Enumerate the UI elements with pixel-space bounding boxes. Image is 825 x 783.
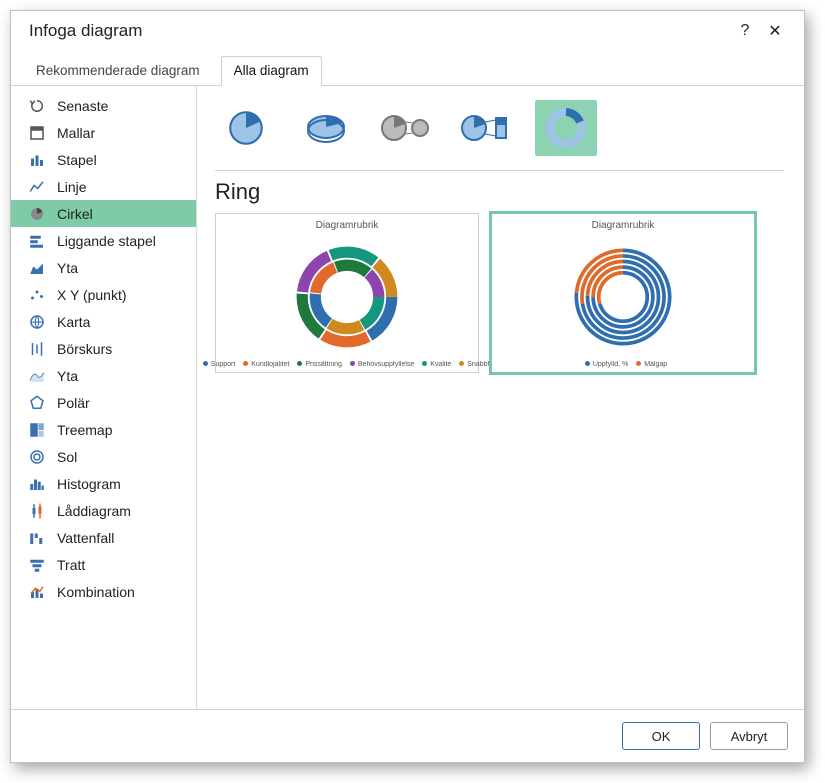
sidebar-item-histogram[interactable]: Histogram [11, 470, 196, 497]
sidebar-item-waterfall[interactable]: Vattenfall [11, 524, 196, 551]
sidebar-item-scatter[interactable]: X Y (punkt) [11, 281, 196, 308]
waterfall-chart-icon [27, 529, 47, 547]
recent-icon [27, 97, 47, 115]
sidebar-item-label: Vattenfall [57, 530, 114, 546]
tab-recommended[interactable]: Rekommenderade diagram [23, 56, 213, 86]
subtype-pie[interactable] [215, 100, 277, 156]
sidebar-item-label: Polär [57, 395, 90, 411]
chart-category-list: Senaste Mallar Stapel Linje [11, 86, 197, 709]
legend-dot [243, 361, 248, 366]
sidebar-item-label: Yta [57, 260, 78, 276]
sidebar-item-funnel[interactable]: Tratt [11, 551, 196, 578]
sidebar-item-label: Treemap [57, 422, 113, 438]
subtype-doughnut[interactable] [535, 100, 597, 156]
dialog-footer: OK Avbryt [11, 709, 804, 762]
box-whisker-icon [27, 502, 47, 520]
dialog-title: Infoga diagram [29, 21, 730, 41]
sidebar-item-column[interactable]: Stapel [11, 146, 196, 173]
sidebar-item-recent[interactable]: Senaste [11, 92, 196, 119]
sidebar-item-label: Linje [57, 179, 87, 195]
sidebar-item-stock[interactable]: Börskurs [11, 335, 196, 362]
sidebar-item-label: Yta [57, 368, 78, 384]
area-chart-icon [27, 259, 47, 277]
content-pane: Ring Diagramrubrik [197, 86, 804, 709]
funnel-chart-icon [27, 556, 47, 574]
sidebar-item-combo[interactable]: Kombination [11, 578, 196, 605]
sidebar-item-label: Cirkel [57, 206, 93, 222]
legend-dot [350, 361, 355, 366]
preview-chart-visual [287, 233, 407, 361]
close-button[interactable]: ✕ [760, 21, 790, 41]
sidebar-item-map[interactable]: Karta [11, 308, 196, 335]
sidebar-item-label: Börskurs [57, 341, 112, 357]
sidebar-item-label: Karta [57, 314, 90, 330]
sidebar-item-sunburst[interactable]: Sol [11, 443, 196, 470]
chart-subtype-row [215, 96, 784, 171]
preview-chart-visual [563, 233, 683, 361]
sidebar-item-pie[interactable]: Cirkel [11, 200, 196, 227]
tab-strip: Rekommenderade diagram Alla diagram [11, 47, 804, 86]
combo-chart-icon [27, 583, 47, 601]
scatter-chart-icon [27, 286, 47, 304]
sidebar-item-label: Senaste [57, 98, 108, 114]
preview-title: Diagramrubrik [316, 220, 379, 231]
tab-all[interactable]: Alla diagram [221, 56, 322, 86]
subtype-barofpie[interactable] [455, 100, 517, 156]
histogram-chart-icon [27, 475, 47, 493]
sidebar-item-treemap[interactable]: Treemap [11, 416, 196, 443]
surface-chart-icon [27, 367, 47, 385]
sidebar-item-label: Sol [57, 449, 77, 465]
templates-icon [27, 124, 47, 142]
sidebar-item-templates[interactable]: Mallar [11, 119, 196, 146]
preview-legend: Uppfylld, % Målgap [579, 361, 667, 368]
radar-chart-icon [27, 394, 47, 412]
column-chart-icon [27, 151, 47, 169]
sidebar-item-line[interactable]: Linje [11, 173, 196, 200]
sidebar-item-label: Stapel [57, 152, 97, 168]
insert-chart-dialog: Infoga diagram ? ✕ Rekommenderade diagra… [10, 10, 805, 763]
line-chart-icon [27, 178, 47, 196]
bar-chart-icon [27, 232, 47, 250]
preview-title: Diagramrubrik [592, 220, 655, 231]
legend-dot [636, 361, 641, 366]
dialog-body: Senaste Mallar Stapel Linje [11, 86, 804, 709]
sidebar-item-label: Låddiagram [57, 503, 131, 519]
chart-preview-2[interactable]: Diagramrubrik [491, 213, 755, 373]
sidebar-item-label: Kombination [57, 584, 135, 600]
legend-dot [585, 361, 590, 366]
sidebar-item-label: Liggande stapel [57, 233, 156, 249]
sidebar-item-radar[interactable]: Polär [11, 389, 196, 416]
sidebar-item-area[interactable]: Yta [11, 254, 196, 281]
sidebar-item-bar[interactable]: Liggande stapel [11, 227, 196, 254]
legend-dot [203, 361, 208, 366]
subtype-pieofpie[interactable] [375, 100, 437, 156]
sidebar-item-label: X Y (punkt) [57, 287, 127, 303]
treemap-chart-icon [27, 421, 47, 439]
chart-previews: Diagramrubrik [215, 213, 784, 373]
pie-chart-icon [27, 205, 47, 223]
chart-preview-1[interactable]: Diagramrubrik [215, 213, 479, 373]
map-chart-icon [27, 313, 47, 331]
ok-button[interactable]: OK [622, 722, 700, 750]
legend-dot [459, 361, 464, 366]
subtype-3dpie[interactable] [295, 100, 357, 156]
section-title: Ring [215, 179, 784, 205]
legend-dot [422, 361, 427, 366]
sidebar-item-label: Tratt [57, 557, 85, 573]
sidebar-item-label: Histogram [57, 476, 121, 492]
sidebar-item-surface[interactable]: Yta [11, 362, 196, 389]
sunburst-chart-icon [27, 448, 47, 466]
help-button[interactable]: ? [730, 22, 760, 40]
legend-dot [297, 361, 302, 366]
titlebar: Infoga diagram ? ✕ [11, 11, 804, 47]
cancel-button[interactable]: Avbryt [710, 722, 788, 750]
sidebar-item-label: Mallar [57, 125, 95, 141]
sidebar-item-boxwhisker[interactable]: Låddiagram [11, 497, 196, 524]
preview-legend: Support Kundlojalitet Prissättning Behov… [197, 361, 497, 368]
stock-chart-icon [27, 340, 47, 358]
